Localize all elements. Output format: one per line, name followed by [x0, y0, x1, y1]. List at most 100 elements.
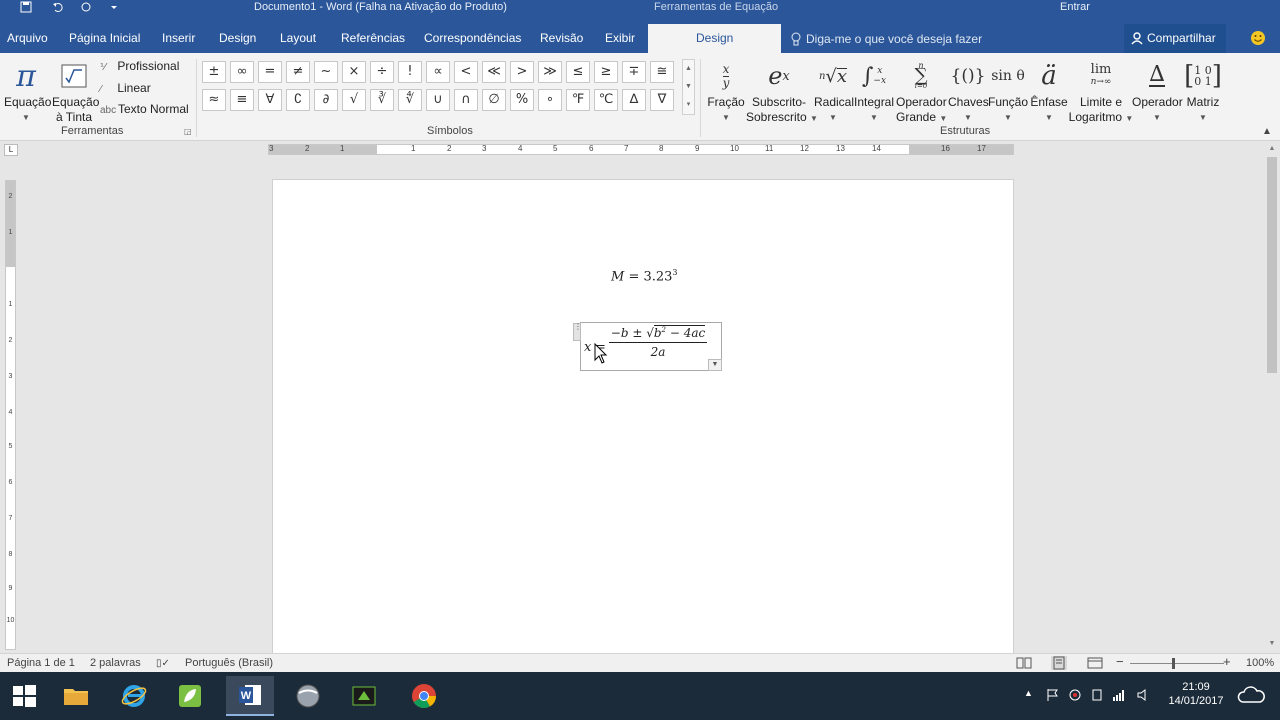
- zoom-in-icon[interactable]: +: [1223, 655, 1231, 668]
- equation-drag-handle[interactable]: ⋮: [573, 323, 582, 341]
- flag-icon[interactable]: [1046, 688, 1062, 704]
- symbol-button[interactable]: ~: [314, 61, 338, 83]
- zoom-slider-track[interactable]: [1130, 663, 1224, 664]
- taskbar-screen-recorder[interactable]: [340, 676, 388, 716]
- equation-button[interactable]: π Equação ▼: [4, 57, 51, 125]
- save-icon[interactable]: [20, 0, 34, 16]
- start-button[interactable]: [0, 676, 48, 716]
- tell-me-search[interactable]: Diga-me o que você deseja fazer: [790, 32, 982, 52]
- symbol-button[interactable]: !: [398, 61, 422, 83]
- tab-design[interactable]: Design: [219, 24, 256, 53]
- close-window-icon[interactable]: [1250, 0, 1270, 16]
- scroll-down-arrow[interactable]: ▼: [1267, 639, 1277, 649]
- symbol-button[interactable]: >: [510, 61, 534, 83]
- tab-layout[interactable]: Layout: [280, 24, 316, 53]
- feedback-smiley-icon[interactable]: [1250, 30, 1266, 46]
- zoom-out-icon[interactable]: −: [1116, 655, 1124, 668]
- script-button[interactable]: ex Subscrito- Sobrescrito ▼: [746, 57, 818, 126]
- equation-options-dropdown[interactable]: ▼: [708, 359, 722, 371]
- taskbar-chrome[interactable]: [400, 676, 448, 716]
- operator-button[interactable]: ∆ Operador ▼: [1132, 57, 1183, 125]
- symbol-button[interactable]: ∛: [370, 89, 394, 111]
- show-hidden-icons-icon[interactable]: ▲: [1024, 688, 1040, 704]
- symbol-button[interactable]: ∇: [650, 89, 674, 111]
- symbol-button[interactable]: ≤: [566, 61, 590, 83]
- symbol-button[interactable]: ∩: [454, 89, 478, 111]
- ribbon-display-options-icon[interactable]: [1122, 0, 1142, 16]
- redo-icon[interactable]: [80, 0, 94, 16]
- symbol-button[interactable]: ×: [342, 61, 366, 83]
- symbol-button[interactable]: =: [258, 61, 282, 83]
- zoom-slider-thumb[interactable]: [1172, 658, 1175, 669]
- collapse-ribbon-icon[interactable]: ▲: [1262, 126, 1272, 137]
- tab-home[interactable]: Página Inicial: [69, 24, 140, 53]
- symbol-button[interactable]: ≡: [230, 89, 254, 111]
- symbol-button[interactable]: ∅: [482, 89, 506, 111]
- scroll-down-icon[interactable]: ▼: [683, 78, 694, 96]
- tab-insert[interactable]: Inserir: [162, 24, 195, 53]
- zoom-level[interactable]: 100%: [1246, 657, 1274, 670]
- large-operator-button[interactable]: n ∑ i=0 Operador Grande ▼: [896, 57, 947, 126]
- read-mode-icon[interactable]: [1016, 656, 1032, 670]
- taskbar-green-app[interactable]: [166, 676, 214, 716]
- page-count[interactable]: Página 1 de 1: [7, 657, 75, 670]
- taskbar-internet-explorer[interactable]: [110, 676, 158, 716]
- network-icon[interactable]: [1112, 688, 1128, 704]
- equation-m[interactable]: M = 3.233: [611, 268, 678, 284]
- accent-button[interactable]: ä Ênfase ▼: [1030, 57, 1068, 125]
- symbol-button[interactable]: ∪: [426, 89, 450, 111]
- customize-quick-access-icon[interactable]: [108, 0, 122, 16]
- function-button[interactable]: sin θ Função ▼: [988, 57, 1028, 125]
- tab-view[interactable]: Exibir: [605, 24, 635, 53]
- symbol-button[interactable]: ≪: [482, 61, 506, 83]
- symbol-button[interactable]: √: [342, 89, 366, 111]
- tab-mailings[interactable]: Correspondências: [424, 24, 521, 53]
- undo-icon[interactable]: [52, 0, 66, 16]
- tab-file[interactable]: Arquivo: [7, 24, 48, 53]
- ink-equation-button[interactable]: Equação à Tinta: [52, 57, 99, 125]
- proofing-icon[interactable]: ▯✓: [156, 657, 170, 670]
- matrix-button[interactable]: [1 00 1] Matriz ▼: [1184, 57, 1222, 125]
- language-status[interactable]: Português (Brasil): [185, 657, 273, 670]
- symbol-button[interactable]: ∀: [258, 89, 282, 111]
- symbol-button[interactable]: ∂: [314, 89, 338, 111]
- vertical-ruler[interactable]: 2 1 1 2 3 4 5 6 7 8 9 10: [5, 180, 16, 650]
- professional-button[interactable]: ⅟ Profissional: [100, 57, 179, 75]
- symbol-button[interactable]: ÷: [370, 61, 394, 83]
- symbol-button[interactable]: ∜: [398, 89, 422, 111]
- minimize-window-icon[interactable]: [1190, 0, 1210, 16]
- document-page[interactable]: M = 3.233 ⋮ x = −b ± √b2 − 4ac 2a ▼: [272, 179, 1014, 653]
- web-layout-icon[interactable]: [1087, 656, 1103, 670]
- bracket-button[interactable]: {()} Chaves ▼: [948, 57, 989, 125]
- symbol-button[interactable]: ±: [202, 61, 226, 83]
- symbols-scroll[interactable]: ▲ ▼ ▾: [682, 59, 695, 115]
- fraction-button[interactable]: xy Fração ▼: [706, 57, 746, 125]
- symbol-button[interactable]: ∘: [538, 89, 562, 111]
- symbol-button[interactable]: ∆: [622, 89, 646, 111]
- print-layout-icon[interactable]: [1051, 656, 1067, 670]
- vertical-scrollbar[interactable]: ▲ ▼: [1264, 141, 1280, 653]
- normal-text-button[interactable]: abc Texto Normal: [100, 100, 189, 118]
- antivirus-icon[interactable]: [1068, 688, 1084, 704]
- symbol-button[interactable]: ≠: [286, 61, 310, 83]
- more-symbols-icon[interactable]: ▾: [683, 96, 694, 114]
- taskbar-clock[interactable]: 21:09 14/01/2017: [1166, 680, 1226, 708]
- taskbar-file-explorer[interactable]: [52, 676, 100, 716]
- symbol-button[interactable]: %: [510, 89, 534, 111]
- taskbar-word[interactable]: W: [226, 676, 274, 716]
- symbol-button[interactable]: ℃: [594, 89, 618, 111]
- symbol-button[interactable]: ≥: [594, 61, 618, 83]
- scroll-up-arrow[interactable]: ▲: [1267, 144, 1277, 154]
- word-count[interactable]: 2 palavras: [90, 657, 141, 670]
- scroll-thumb[interactable]: [1267, 157, 1277, 373]
- tab-selector[interactable]: L: [4, 144, 18, 156]
- symbol-button[interactable]: ∓: [622, 61, 646, 83]
- tab-equation-design[interactable]: Design: [648, 24, 782, 53]
- tab-review[interactable]: Revisão: [540, 24, 583, 53]
- symbol-button[interactable]: ℉: [566, 89, 590, 111]
- symbol-button[interactable]: ≅: [650, 61, 674, 83]
- radical-button[interactable]: n √ x Radical ▼: [814, 57, 854, 125]
- symbol-button[interactable]: <: [454, 61, 478, 83]
- limit-log-button[interactable]: lim n→∞ Limite e Logaritmo ▼: [1068, 57, 1134, 126]
- symbol-button[interactable]: ≫: [538, 61, 562, 83]
